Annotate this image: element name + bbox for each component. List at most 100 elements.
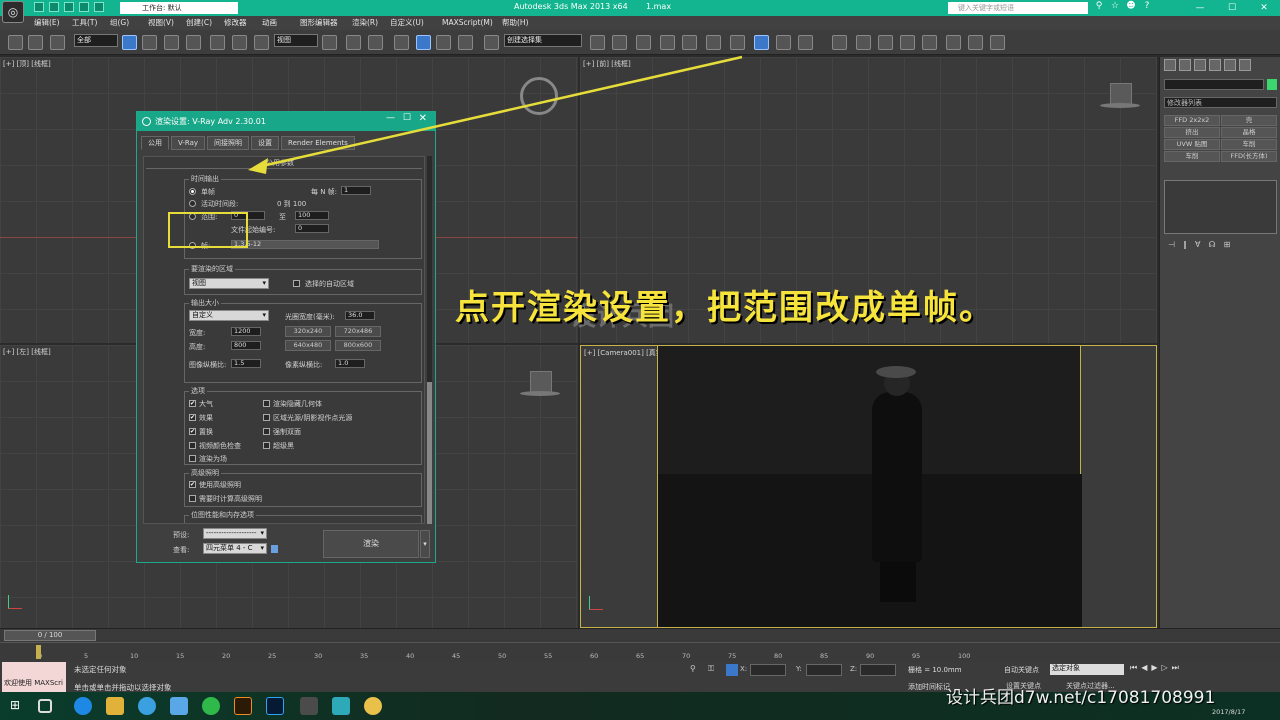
- configure-sets-icon[interactable]: ⊞: [1224, 240, 1231, 249]
- wechat-icon[interactable]: [202, 697, 220, 715]
- render-setup-icon[interactable]: [754, 35, 769, 50]
- menu-tools[interactable]: 工具(T): [72, 16, 110, 30]
- lock-selection-icon[interactable]: ⚿: [708, 664, 718, 674]
- unlink-icon[interactable]: [28, 35, 43, 50]
- auto-key-button[interactable]: 自动关键点: [1004, 665, 1039, 675]
- pixel-aspect-field[interactable]: 1.0: [335, 359, 365, 368]
- render-to-fields-checkbox[interactable]: [189, 455, 196, 462]
- file-explorer-icon[interactable]: [106, 697, 124, 715]
- video-color-check-checkbox[interactable]: [189, 442, 196, 449]
- open-file-icon[interactable]: [49, 2, 59, 12]
- redo-icon[interactable]: [94, 2, 104, 12]
- menu-graph-editors[interactable]: 图形编辑器: [300, 16, 352, 30]
- new-file-icon[interactable]: [34, 2, 44, 12]
- menu-view[interactable]: 视图(V): [148, 16, 186, 30]
- isolate-icon[interactable]: ⚲: [690, 664, 700, 674]
- range-end-field[interactable]: 100: [295, 211, 329, 220]
- star-icon[interactable]: ☆: [1110, 1, 1120, 13]
- system-clock[interactable]: 2017/8/17: [1212, 708, 1245, 716]
- view-dropdown[interactable]: 四元菜单 4 - C: [203, 543, 267, 554]
- prev-frame-icon[interactable]: ◀: [1141, 663, 1147, 673]
- motion-tab-icon[interactable]: [1209, 59, 1221, 71]
- tab-render-elements[interactable]: Render Elements: [281, 136, 355, 150]
- spinner-snap-icon[interactable]: [458, 35, 473, 50]
- viewport-camera[interactable]: [+] [Camera001] [真实]: [580, 345, 1157, 628]
- minimize-button[interactable]: —: [1184, 0, 1216, 16]
- tab-settings[interactable]: 设置: [251, 136, 280, 150]
- scale-icon[interactable]: [254, 35, 269, 50]
- preset-320x240-button[interactable]: 320x240: [285, 326, 331, 337]
- render-production-icon[interactable]: [798, 35, 813, 50]
- rollout-header[interactable]: 公用参数: [146, 159, 422, 169]
- rect-selection-icon[interactable]: [164, 35, 179, 50]
- menu-edit[interactable]: 编辑(E): [34, 16, 72, 30]
- modifier-button[interactable]: 晶格: [1221, 127, 1277, 138]
- remove-modifier-icon[interactable]: ☊: [1208, 240, 1215, 249]
- 3dsmax-taskbar-icon[interactable]: [300, 697, 318, 715]
- file-start-field[interactable]: 0: [295, 224, 329, 233]
- goto-end-icon[interactable]: ⏭: [1172, 663, 1179, 673]
- vray-light-icon[interactable]: [856, 35, 871, 50]
- photoshop-icon[interactable]: [266, 697, 284, 715]
- vray-proxy-icon[interactable]: [900, 35, 915, 50]
- help-icon[interactable]: ?: [1142, 1, 1152, 13]
- make-unique-icon[interactable]: ∀: [1195, 240, 1200, 249]
- edge-browser-icon[interactable]: [74, 697, 92, 715]
- menu-create[interactable]: 创建(C): [186, 16, 224, 30]
- tab-indirect-illumination[interactable]: 间接照明: [207, 136, 250, 150]
- menu-maxscript[interactable]: MAXScript(M): [442, 16, 502, 30]
- keyboard-shortcut-icon[interactable]: [368, 35, 383, 50]
- mail-icon[interactable]: [170, 697, 188, 715]
- graphite-tools-icon[interactable]: [660, 35, 675, 50]
- vray-frame-buffer-icon[interactable]: [832, 35, 847, 50]
- compute-advanced-lighting-checkbox[interactable]: [189, 495, 196, 502]
- bind-space-warp-icon[interactable]: [50, 35, 65, 50]
- object-color-swatch[interactable]: [1267, 79, 1277, 90]
- time-slider[interactable]: 0 / 100: [4, 630, 96, 641]
- view-cube-icon[interactable]: [530, 371, 552, 393]
- super-black-checkbox[interactable]: [263, 442, 270, 449]
- select-object-icon[interactable]: [122, 35, 137, 50]
- frames-field[interactable]: 1,3,5-12: [231, 240, 379, 249]
- add-time-tag[interactable]: 添加时间标记: [908, 682, 950, 692]
- dialog-close-button[interactable]: ✕: [419, 113, 427, 124]
- every-nth-field[interactable]: 1: [341, 186, 371, 195]
- next-frame-icon[interactable]: ▷: [1162, 663, 1168, 673]
- lock-view-icon[interactable]: [271, 545, 278, 553]
- absolute-mode-icon[interactable]: [726, 664, 738, 676]
- close-button[interactable]: ✕: [1248, 0, 1280, 16]
- menu-rendering[interactable]: 渲染(R): [352, 16, 390, 30]
- effects-checkbox[interactable]: ✔: [189, 414, 196, 421]
- current-frame-marker[interactable]: [36, 645, 41, 659]
- object-name-field[interactable]: [1164, 79, 1264, 90]
- auto-region-checkbox[interactable]: [293, 280, 300, 287]
- y-coord-field[interactable]: [806, 664, 842, 676]
- media-player-icon[interactable]: [332, 697, 350, 715]
- angle-snap-icon[interactable]: [416, 35, 431, 50]
- schematic-view-icon[interactable]: [706, 35, 721, 50]
- layer-manager-icon[interactable]: [636, 35, 651, 50]
- pivot-center-icon[interactable]: [322, 35, 337, 50]
- camera-icon[interactable]: [946, 35, 961, 50]
- vray-sphere-icon[interactable]: [878, 35, 893, 50]
- task-view-icon[interactable]: [38, 699, 52, 713]
- track-bar[interactable]: 0510152025303540455055606570758085909510…: [0, 642, 1280, 663]
- tab-vray[interactable]: V-Ray: [171, 136, 206, 150]
- browser-icon[interactable]: [138, 697, 156, 715]
- pin-stack-icon[interactable]: ⊣: [1168, 240, 1175, 249]
- viewport-label[interactable]: [+] [顶] [线框]: [3, 59, 51, 69]
- menu-customize[interactable]: 自定义(U): [390, 16, 442, 30]
- modifier-list-dropdown[interactable]: 修改器列表: [1164, 97, 1277, 108]
- rotate-icon[interactable]: [232, 35, 247, 50]
- preset-640x480-button[interactable]: 640x480: [285, 340, 331, 351]
- curve-editor-icon[interactable]: [682, 35, 697, 50]
- percent-snap-icon[interactable]: [436, 35, 451, 50]
- maxscript-listener[interactable]: 欢迎使用 MAXScri: [2, 662, 66, 692]
- render-mode-dropdown[interactable]: ▾: [420, 530, 430, 558]
- modifier-button[interactable]: 挤出: [1164, 127, 1220, 138]
- dialog-maximize-button[interactable]: ☐: [403, 113, 411, 123]
- rendered-frame-window-icon[interactable]: [776, 35, 791, 50]
- selection-filter-dropdown[interactable]: 全部: [74, 34, 118, 47]
- key-selection-dropdown[interactable]: 选定对象: [1050, 664, 1124, 675]
- player-icon[interactable]: [364, 697, 382, 715]
